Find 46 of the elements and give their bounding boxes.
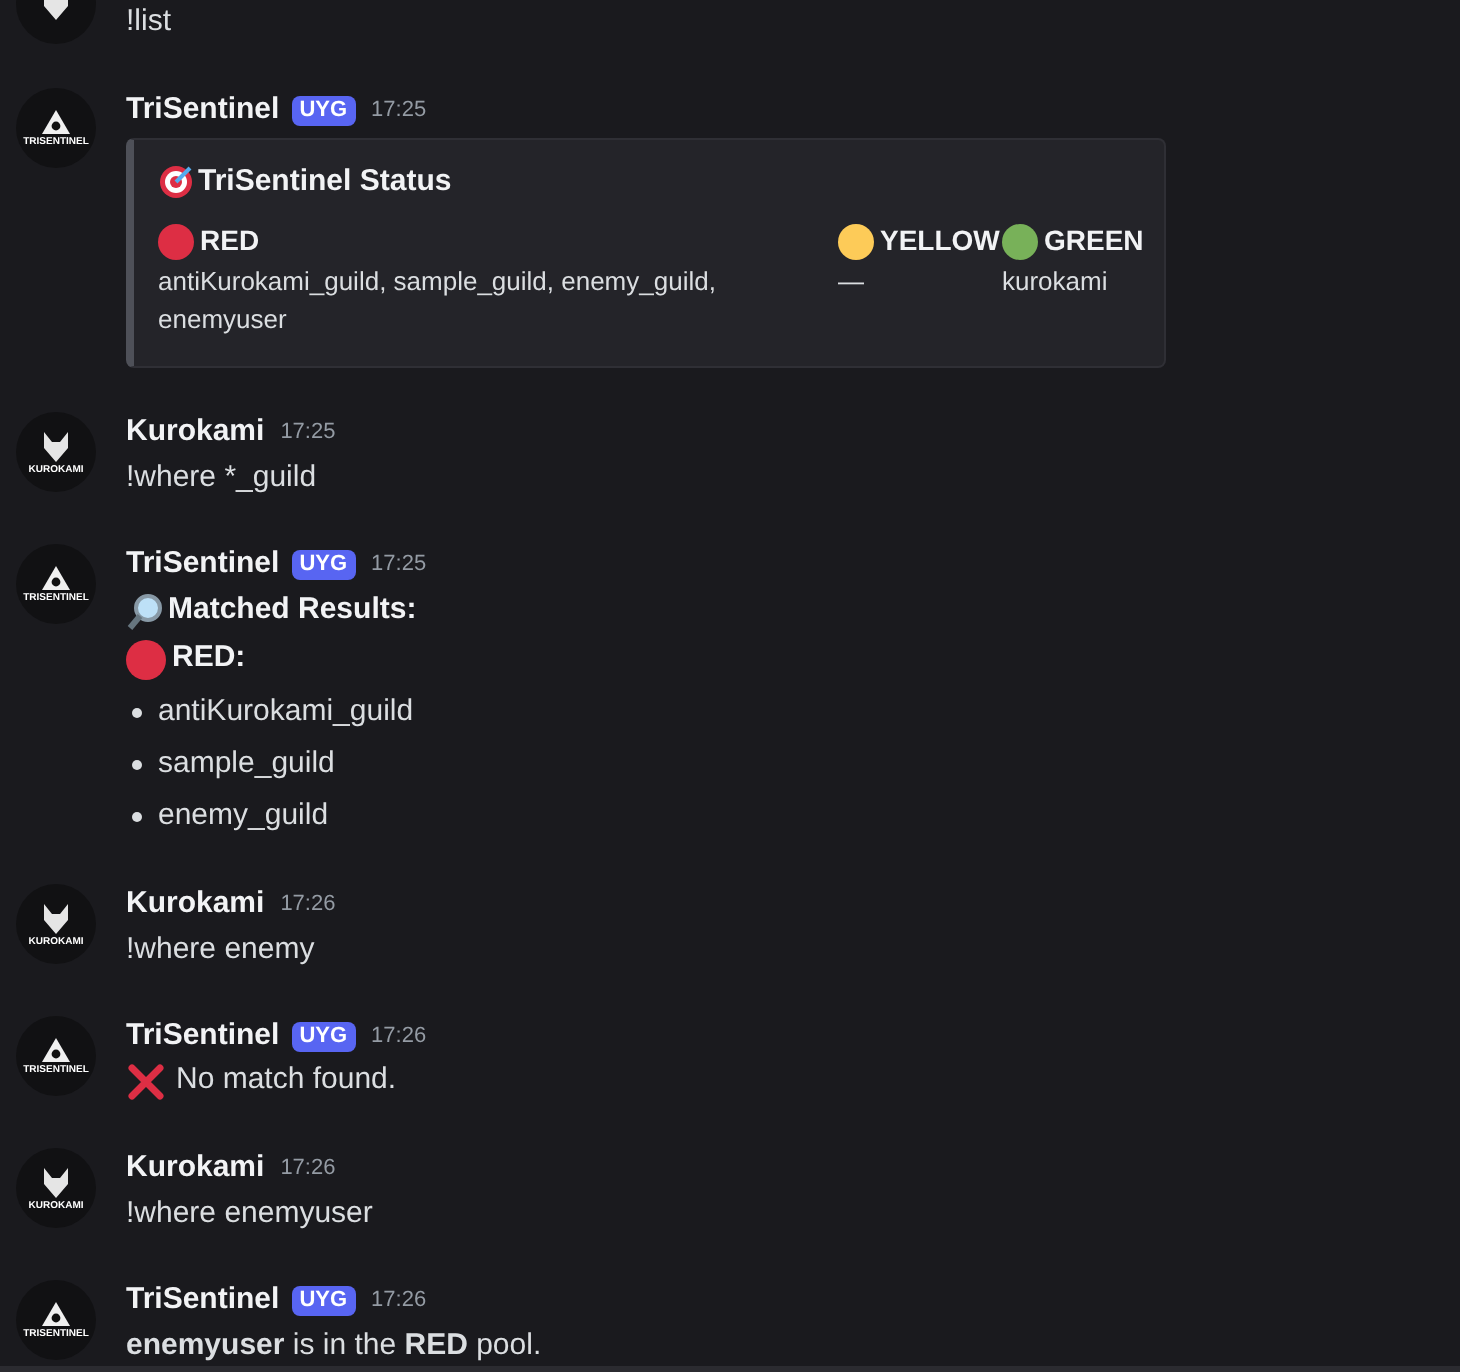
eye-triangle-icon — [40, 1035, 72, 1063]
message-text: !where *_guild — [126, 457, 319, 497]
app-tag: UYG — [291, 550, 356, 580]
message-time: 17:25 — [371, 550, 427, 581]
field-name: RED — [200, 222, 260, 260]
app-tag: UYG — [291, 1286, 356, 1316]
message-time: 17:26 — [371, 1286, 427, 1317]
author-name[interactable]: TriSentinel — [126, 1014, 280, 1060]
eye-triangle-icon — [40, 1299, 72, 1327]
results-heading: Matched Results: — [168, 590, 417, 631]
author-name[interactable]: TriSentinel — [126, 542, 280, 588]
field-name: GREEN — [1044, 222, 1144, 260]
field-value: kurokami — [1002, 263, 1110, 299]
message-time: 17:25 — [371, 95, 427, 126]
target-icon — [158, 164, 194, 201]
app-tag: UYG — [291, 95, 356, 125]
eye-triangle-icon — [40, 108, 72, 136]
bullet-icon — [132, 812, 142, 822]
message-text: !where enemyuser — [126, 1193, 373, 1233]
app-tag: UYG — [291, 1022, 356, 1052]
field-value: antiKurokami_guild, sample_guild, enemy_guild, enemyuser — [158, 263, 718, 337]
list-item: sample_guild — [158, 744, 335, 785]
embed-title: TriSentinel Status — [198, 162, 452, 202]
bullet-icon — [132, 708, 142, 718]
message-time: 17:26 — [280, 1154, 336, 1185]
author-name[interactable]: Kurokami — [126, 882, 265, 928]
message-text: enemyuser is in the RED pool. — [126, 1325, 542, 1365]
message-time: 17:26 — [280, 890, 336, 921]
bullet-icon — [132, 760, 142, 770]
author-name[interactable]: Kurokami — [126, 410, 265, 456]
field-name: YELLOW — [880, 222, 1000, 260]
message-time: 17:25 — [280, 418, 336, 449]
cross-icon — [126, 1061, 166, 1101]
group-name: RED: — [172, 638, 246, 679]
field-value: — — [838, 263, 866, 299]
message-text: !where enemy — [126, 929, 317, 969]
list-item: enemy_guild — [158, 796, 329, 837]
eye-triangle-icon — [40, 563, 72, 591]
message-text: No match found. — [176, 1060, 397, 1101]
author-name[interactable]: TriSentinel — [126, 87, 280, 133]
author-name[interactable]: Kurokami — [126, 1146, 265, 1192]
list-item: antiKurokami_guild — [158, 692, 414, 733]
message-time: 17:26 — [371, 1022, 427, 1053]
magnifier-icon — [126, 593, 162, 629]
author-name[interactable]: TriSentinel — [126, 1278, 280, 1324]
message-text: !list — [126, 2, 171, 42]
